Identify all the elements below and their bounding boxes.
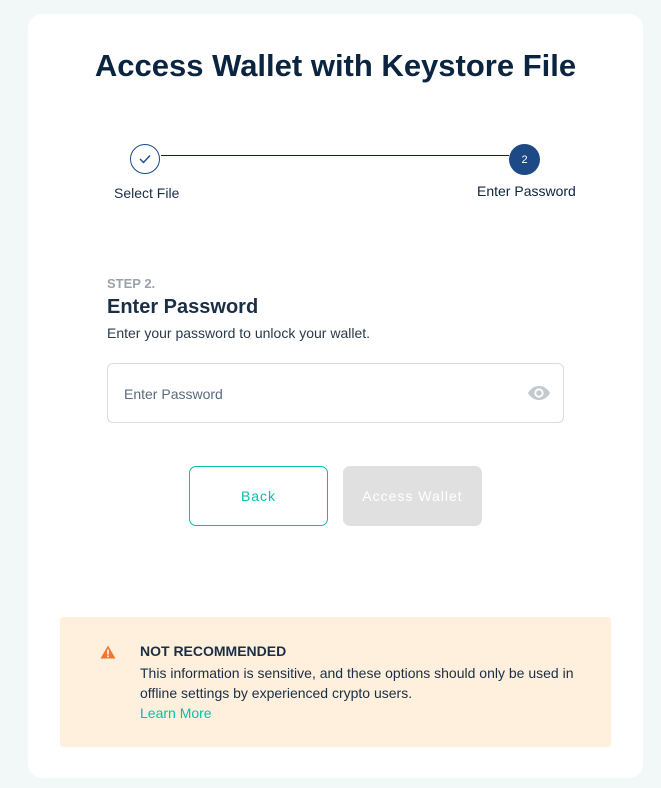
access-wallet-button[interactable]: Access Wallet: [343, 466, 482, 526]
step-1-label: Select File: [114, 185, 180, 201]
stepper-connector-line: [161, 155, 509, 156]
step-description: Enter your password to unlock your walle…: [107, 325, 371, 341]
access-wallet-card: Access Wallet with Keystore File 2 Selec…: [28, 14, 643, 778]
page-title: Access Wallet with Keystore File: [94, 48, 577, 83]
warning-triangle-icon: [100, 645, 116, 659]
password-field: [107, 363, 564, 424]
warning-body: This information is sensitive, and these…: [140, 665, 574, 701]
password-input[interactable]: [122, 364, 516, 424]
back-button[interactable]: Back: [189, 466, 328, 526]
learn-more-link[interactable]: Learn More: [140, 705, 212, 721]
eye-icon[interactable]: [527, 383, 551, 403]
step-1-complete-indicator[interactable]: [130, 144, 160, 174]
not-recommended-warning: NOT RECOMMENDED This information is sens…: [60, 617, 611, 747]
step-number-label: STEP 2.: [107, 276, 156, 291]
step-2-label: Enter Password: [477, 183, 576, 199]
step-heading: Enter Password: [107, 296, 259, 318]
warning-title: NOT RECOMMENDED: [140, 643, 287, 659]
step-2-active-indicator: 2: [509, 144, 540, 175]
checkmark-icon: [139, 155, 151, 164]
